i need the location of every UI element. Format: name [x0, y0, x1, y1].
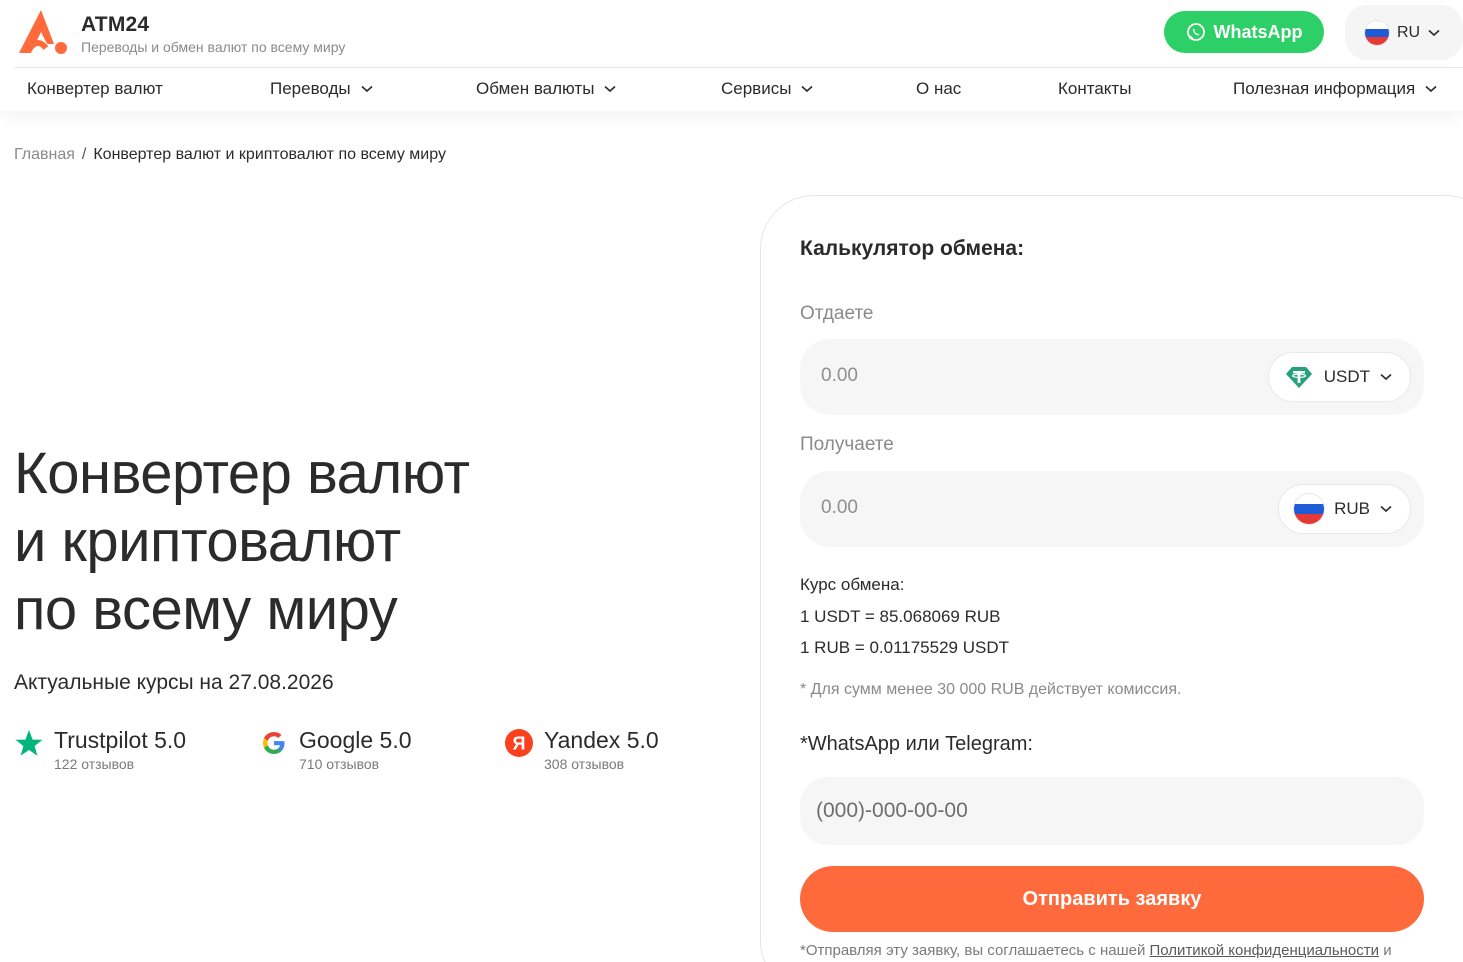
privacy-agreement: *Отправляя эту заявку, вы соглашаетесь с…	[800, 942, 1392, 959]
receive-amount-field[interactable]: 0.00 RUB	[800, 471, 1424, 547]
chevron-down-icon	[1380, 505, 1392, 513]
rating-reviews: 710 отзывов	[299, 756, 380, 772]
trustpilot-star-icon	[15, 730, 43, 756]
rating-trustpilot[interactable]: Trustpilot 5.0 122 отзывов	[14, 727, 186, 772]
receive-amount-value[interactable]: 0.00	[821, 497, 858, 519]
chevron-down-icon	[604, 85, 616, 93]
page-title-line: по всему миру	[14, 577, 398, 642]
yandex-icon: Я	[505, 729, 533, 757]
receive-currency-code: RUB	[1334, 499, 1370, 518]
nav-item-label: Конвертер валют	[27, 79, 163, 98]
commission-note: * Для сумм менее 30 000 RUB действует ко…	[800, 681, 1182, 698]
give-currency-code: USDT	[1323, 367, 1370, 386]
svg-text:Я: Я	[513, 734, 526, 754]
submit-request-button[interactable]: Отправить заявку	[800, 866, 1424, 932]
rating-reviews: 122 отзывов	[54, 756, 135, 772]
exchange-rate-label: Курс обмена:	[800, 575, 905, 594]
phone-input[interactable]	[816, 795, 1376, 827]
language-code: RU	[1397, 23, 1421, 41]
brand-tagline: Переводы и обмен валют по всему миру	[81, 39, 346, 55]
give-amount-field[interactable]: 0.00 USDT	[800, 339, 1424, 415]
rating-title: Yandex 5.0	[544, 727, 659, 753]
rates-date: Актуальные курсы на 27.08.2026	[14, 671, 334, 694]
breadcrumb-home-link[interactable]: Главная	[14, 146, 75, 163]
agreement-text: *Отправляя эту заявку, вы соглашаетесь с…	[800, 942, 1146, 959]
breadcrumb: Главная / Конвертер валют и криптовалют по…	[14, 146, 446, 164]
nav-item-label: О нас	[916, 79, 962, 98]
chevron-down-icon	[1425, 85, 1437, 93]
nav-item-contacts[interactable]: Контакты	[1058, 79, 1131, 99]
exchange-rate-rub-usdt: 1 RUB = 0.01175529 USDT	[800, 638, 1009, 657]
rating-title: Google 5.0	[299, 727, 412, 753]
nav-item-label: Контакты	[1058, 79, 1132, 98]
nav-item-about[interactable]: О нас	[916, 79, 961, 99]
agreement-suffix: и	[1383, 942, 1392, 959]
give-label: Отдаете	[800, 303, 874, 324]
receive-currency-select[interactable]: RUB	[1278, 484, 1411, 534]
site-header: ATM24 Переводы и обмен валют по всему ми…	[0, 0, 1463, 67]
give-currency-select[interactable]: USDT	[1267, 352, 1411, 402]
google-icon	[263, 732, 285, 754]
chevron-down-icon	[1428, 29, 1440, 36]
main-nav: Конвертер валют Переводы Обмен валюты Се…	[0, 68, 1463, 111]
whatsapp-label: WhatsApp	[1213, 21, 1303, 42]
page-title: Конвертер валют и криптовалют по всему м…	[14, 440, 654, 644]
nav-item-useful-info[interactable]: Полезная информация	[1233, 79, 1437, 99]
nav-item-transfers[interactable]: Переводы	[270, 79, 373, 99]
breadcrumb-separator: /	[81, 146, 87, 163]
brand-name[interactable]: ATM24	[81, 13, 149, 37]
exchange-rate-usdt-rub: 1 USDT = 85.068069 RUB	[800, 607, 1001, 626]
nav-item-label: Сервисы	[721, 79, 792, 98]
russia-flag-icon	[1294, 494, 1325, 524]
page-title-line: и криптовалют	[14, 509, 401, 574]
privacy-policy-link[interactable]: Политикой конфиденциальности	[1150, 942, 1380, 959]
rating-google[interactable]: Google 5.0 710 отзывов	[259, 727, 412, 772]
page-title-line: Конвертер валют	[14, 441, 470, 506]
calculator-title: Калькулятор обмена:	[800, 237, 1025, 260]
language-selector[interactable]: RU	[1345, 5, 1463, 60]
nav-item-label: Обмен валюты	[476, 79, 595, 98]
rating-reviews: 308 отзывов	[544, 756, 625, 772]
nav-item-services[interactable]: Сервисы	[721, 79, 813, 99]
nav-item-exchange[interactable]: Обмен валюты	[476, 79, 616, 99]
rating-yandex[interactable]: Я Yandex 5.0 308 отзывов	[504, 727, 659, 772]
phone-field[interactable]	[800, 777, 1424, 845]
give-amount-value[interactable]: 0.00	[821, 365, 858, 387]
contact-label: *WhatsApp или Telegram:	[800, 733, 1033, 755]
whatsapp-icon	[1186, 23, 1205, 41]
atm24-logo[interactable]	[14, 8, 68, 58]
breadcrumb-current: Конвертер валют и криптовалют по всему м…	[93, 146, 446, 163]
russia-flag-icon	[1365, 20, 1389, 45]
nav-item-label: Полезная информация	[1233, 79, 1416, 98]
rating-title: Trustpilot 5.0	[54, 727, 187, 753]
chevron-down-icon	[361, 85, 373, 93]
nav-item-converter[interactable]: Конвертер валют	[27, 79, 163, 99]
receive-label: Получаете	[800, 434, 894, 455]
chevron-down-icon	[1380, 373, 1392, 381]
tether-usdt-icon	[1285, 367, 1312, 388]
chevron-down-icon	[801, 85, 813, 93]
nav-item-label: Переводы	[270, 79, 351, 98]
whatsapp-button[interactable]: WhatsApp	[1164, 11, 1324, 53]
